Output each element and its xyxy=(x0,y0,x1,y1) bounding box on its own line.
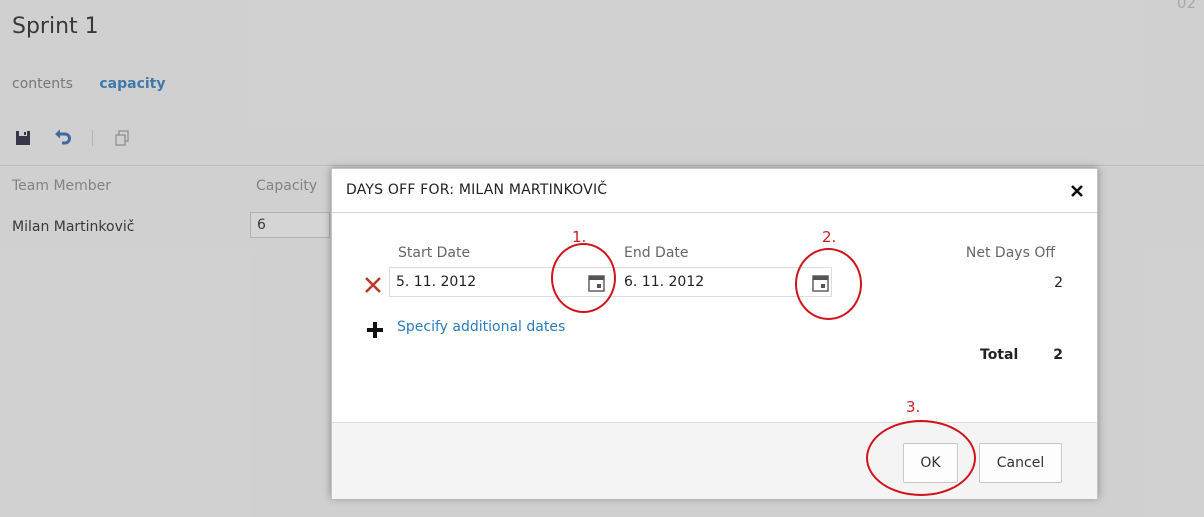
end-date-input[interactable] xyxy=(618,267,832,297)
dialog-footer: OK Cancel xyxy=(332,422,1097,499)
annotation-2: 2. xyxy=(822,228,837,246)
start-date-input[interactable] xyxy=(389,267,618,297)
net-days-off-value: 2 xyxy=(1054,275,1063,291)
start-calendar-icon[interactable] xyxy=(586,273,606,293)
annotation-1: 1. xyxy=(572,228,587,246)
annotation-3: 3. xyxy=(906,398,921,416)
total-label: Total xyxy=(980,347,1019,363)
end-date-label: End Date xyxy=(624,245,689,261)
delete-icon[interactable] xyxy=(363,275,383,295)
plus-icon[interactable] xyxy=(365,320,385,340)
net-days-off-label: Net Days Off xyxy=(965,245,1055,261)
days-off-dialog: DAYS OFF FOR: MILAN MARTINKOVIČ Start Da… xyxy=(331,168,1098,499)
total-value: 2 xyxy=(1053,347,1063,363)
dialog-header-divider xyxy=(332,212,1097,213)
ok-button[interactable]: OK xyxy=(903,443,958,483)
start-date-label: Start Date xyxy=(398,245,471,261)
dialog-title: DAYS OFF FOR: MILAN MARTINKOVIČ xyxy=(346,182,608,198)
cancel-button[interactable]: Cancel xyxy=(979,443,1062,483)
close-icon[interactable] xyxy=(1067,181,1087,201)
end-calendar-icon[interactable] xyxy=(810,273,830,293)
specify-additional-dates-link[interactable]: Specify additional dates xyxy=(397,319,565,335)
